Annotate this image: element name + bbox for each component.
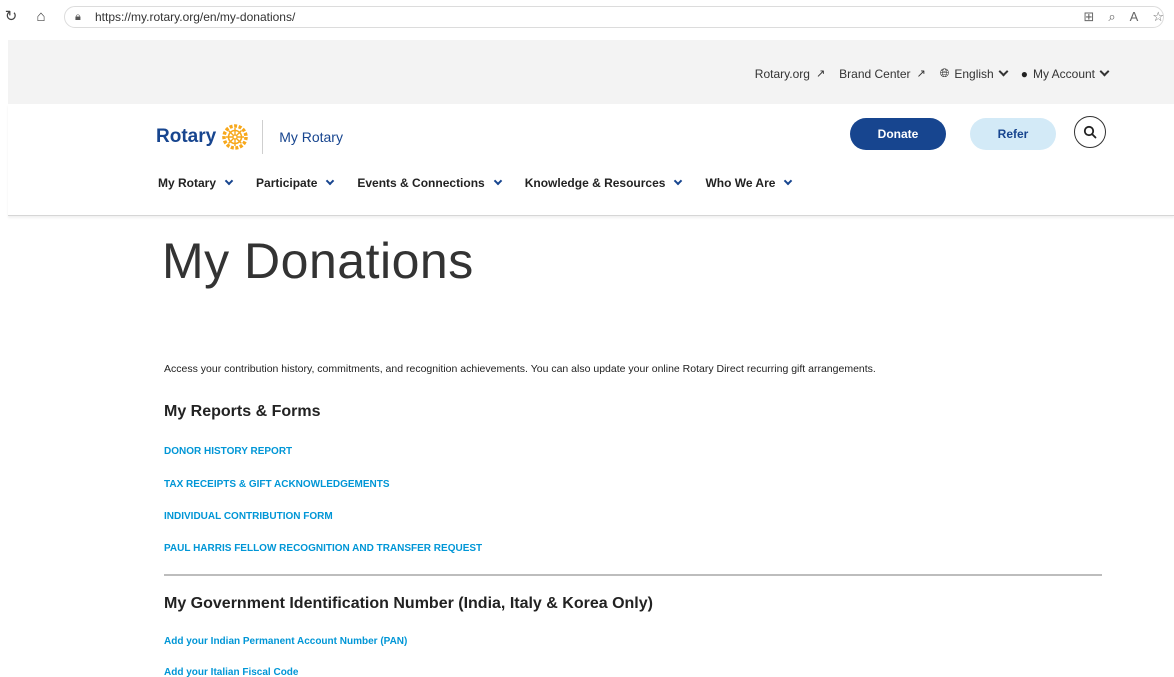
nav-item-my-rotary[interactable]: My Rotary bbox=[158, 176, 234, 190]
main-nav: My Rotary Participate Events & Connectio… bbox=[158, 176, 815, 190]
rotary-org-link[interactable]: Rotary.org ↗ bbox=[755, 67, 825, 81]
reports-heading: My Reports & Forms bbox=[164, 403, 321, 420]
gov-id-heading: My Government Identification Number (Ind… bbox=[164, 595, 653, 612]
rotary-org-label: Rotary.org bbox=[754, 66, 810, 81]
search-icon bbox=[1083, 125, 1097, 139]
rotary-wheel-icon bbox=[222, 124, 248, 150]
chevron-down-icon bbox=[998, 66, 1009, 77]
user-icon: ● bbox=[1020, 66, 1028, 81]
address-bar[interactable]: 🔒︎ https://my.rotary.org/en/my-donations… bbox=[64, 6, 1164, 28]
lock-icon: 🔒︎ bbox=[75, 11, 81, 23]
italian-fiscal-code-link[interactable]: Add your Italian Fiscal Code bbox=[164, 667, 298, 677]
chevron-down-icon bbox=[674, 176, 683, 186]
read-aloud-icon[interactable]: A bbox=[1130, 9, 1139, 25]
my-rotary-label: My Rotary bbox=[279, 129, 343, 145]
external-link-icon: ↗ bbox=[916, 68, 926, 80]
individual-contribution-form-link[interactable]: INDIVIDUAL CONTRIBUTION FORM bbox=[164, 511, 333, 522]
chevron-down-icon bbox=[784, 176, 793, 186]
nav-item-knowledge-resources[interactable]: Knowledge & Resources bbox=[524, 176, 683, 190]
nav-item-label: Who We Are bbox=[705, 176, 776, 190]
favorite-star-icon[interactable]: ☆ bbox=[1152, 9, 1164, 25]
url-text: https://my.rotary.org/en/my-donations/ bbox=[95, 10, 296, 24]
search-button[interactable] bbox=[1074, 116, 1106, 148]
chevron-down-icon bbox=[326, 176, 335, 186]
nav-item-label: Participate bbox=[256, 176, 318, 190]
language-label: English bbox=[954, 66, 994, 81]
nav-item-label: Knowledge & Resources bbox=[524, 176, 666, 190]
app-view-icon[interactable]: ⊞ bbox=[1083, 9, 1094, 25]
refresh-icon[interactable]: ↻ bbox=[2, 8, 20, 26]
account-label: My Account bbox=[1032, 66, 1095, 81]
browser-toolbar: ↻ ⌂ 🔒︎ https://my.rotary.org/en/my-donat… bbox=[0, 0, 1174, 34]
nav-item-label: Events & Connections bbox=[357, 176, 485, 190]
globe-icon: 🌐︎ bbox=[939, 66, 950, 80]
site-header: Rotary My Rotary Donate Refer My Rotary … bbox=[8, 104, 1174, 216]
brand-center-label: Brand Center bbox=[839, 66, 911, 81]
language-selector[interactable]: 🌐︎ English bbox=[939, 66, 1009, 81]
donate-button[interactable]: Donate bbox=[850, 118, 946, 150]
rotary-logo[interactable]: Rotary My Rotary bbox=[156, 120, 343, 154]
indian-pan-link[interactable]: Add your Indian Permanent Account Number… bbox=[164, 636, 407, 647]
nav-item-events-connections[interactable]: Events & Connections bbox=[357, 176, 502, 190]
chevron-down-icon bbox=[1099, 66, 1110, 77]
logo-divider bbox=[262, 120, 264, 154]
nav-item-who-we-are[interactable]: Who We Are bbox=[705, 176, 793, 190]
zoom-icon[interactable]: ⌕ bbox=[1108, 9, 1115, 25]
utility-bar: Rotary.org ↗ Brand Center ↗ 🌐︎ English ●… bbox=[8, 40, 1174, 104]
brand-center-link[interactable]: Brand Center ↗ bbox=[839, 67, 926, 81]
tax-receipts-link[interactable]: TAX RECEIPTS & GIFT ACKNOWLEDGEMENTS bbox=[164, 479, 390, 490]
section-divider bbox=[164, 574, 1102, 576]
page-title: My Donations bbox=[162, 233, 474, 289]
refer-button[interactable]: Refer bbox=[970, 118, 1056, 150]
home-icon[interactable]: ⌂ bbox=[32, 8, 50, 26]
logo-wordmark: Rotary bbox=[156, 126, 217, 147]
nav-item-participate[interactable]: Participate bbox=[256, 176, 335, 190]
account-menu[interactable]: ● My Account bbox=[1020, 66, 1110, 81]
nav-item-label: My Rotary bbox=[158, 176, 217, 190]
browser-actions: ⊞ ⌕ A ☆ bbox=[1083, 9, 1164, 25]
external-link-icon: ↗ bbox=[815, 68, 826, 80]
donor-history-report-link[interactable]: DONOR HISTORY REPORT bbox=[164, 446, 292, 457]
chevron-down-icon bbox=[224, 176, 234, 186]
paul-harris-fellow-link[interactable]: PAUL HARRIS FELLOW RECOGNITION AND TRANS… bbox=[164, 543, 482, 554]
intro-text: Access your contribution history, commit… bbox=[164, 363, 876, 375]
chevron-down-icon bbox=[493, 176, 502, 186]
